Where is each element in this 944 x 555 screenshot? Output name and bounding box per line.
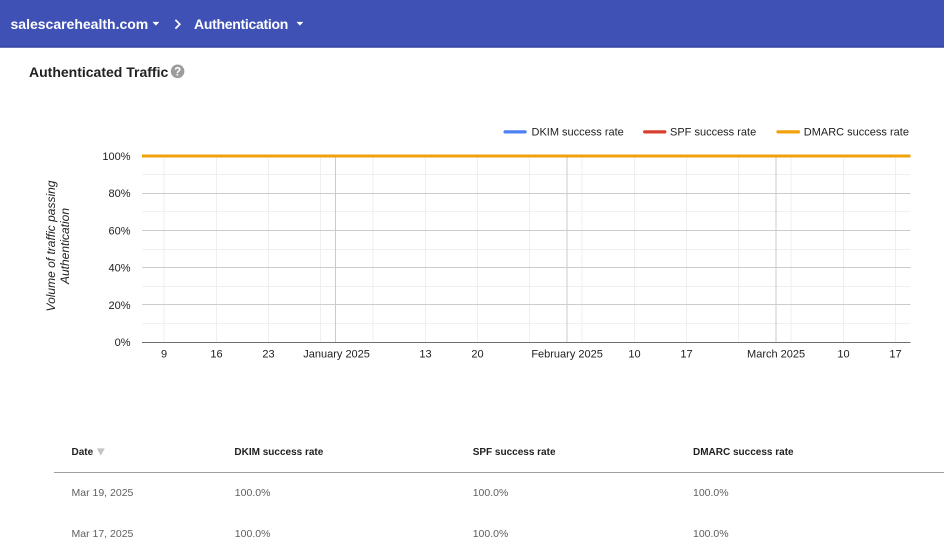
svg-text:100%: 100% [102,151,130,163]
svg-text:DKIM success rate: DKIM success rate [234,447,323,458]
svg-text:100.0%: 100.0% [693,487,729,499]
svg-text:Mar 19, 2025: Mar 19, 2025 [72,487,134,499]
svg-text:10: 10 [837,349,849,361]
svg-text:DMARC success rate: DMARC success rate [693,447,794,458]
svg-text:100.0%: 100.0% [235,528,271,540]
svg-text:9: 9 [161,349,167,361]
svg-text:60%: 60% [108,225,130,237]
svg-text:Mar 17, 2025: Mar 17, 2025 [72,528,134,540]
svg-text:Authenticated Traffic: Authenticated Traffic [29,64,168,80]
svg-text:100.0%: 100.0% [473,528,509,540]
svg-text:10: 10 [628,349,640,361]
svg-text:Date: Date [72,447,94,458]
svg-text:13: 13 [419,349,431,361]
svg-text:February 2025: February 2025 [531,349,603,361]
svg-text:SPF success rate: SPF success rate [473,447,556,458]
svg-text:17: 17 [889,349,901,361]
svg-text:20%: 20% [108,300,130,312]
svg-text:Authentication: Authentication [58,208,72,285]
svg-text:100.0%: 100.0% [473,487,509,499]
svg-text:16: 16 [210,349,222,361]
svg-text:salescarehealth.com: salescarehealth.com [11,16,149,32]
svg-text:23: 23 [262,349,274,361]
svg-text:17: 17 [680,349,692,361]
svg-text:March 2025: March 2025 [747,349,805,361]
svg-text:100.0%: 100.0% [693,528,729,540]
svg-text:Authentication: Authentication [194,16,288,32]
svg-text:DKIM success rate: DKIM success rate [532,127,624,139]
svg-text:DMARC success rate: DMARC success rate [804,127,909,139]
svg-text:SPF success rate: SPF success rate [670,127,756,139]
svg-text:0%: 0% [115,337,131,349]
svg-text:40%: 40% [108,263,130,275]
svg-text:?: ? [174,67,181,79]
svg-text:80%: 80% [108,188,130,200]
svg-text:20: 20 [471,349,483,361]
svg-text:100.0%: 100.0% [235,487,271,499]
svg-text:January 2025: January 2025 [303,349,370,361]
svg-text:Volume of traffic passing: Volume of traffic passing [44,180,58,311]
